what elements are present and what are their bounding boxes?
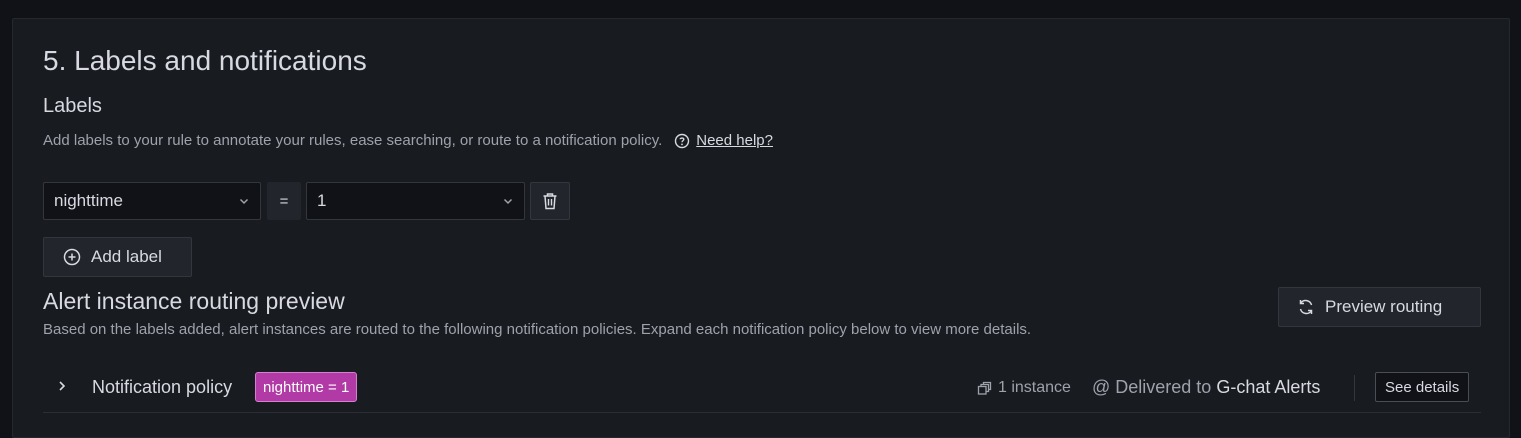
instance-count: 1 instance [977,379,1071,397]
matcher-badge: nighttime = 1 [255,372,358,402]
need-help-label: Need help? [696,132,773,149]
labels-heading: Labels [43,95,102,117]
label-key-select[interactable]: nighttime [43,182,261,220]
routing-preview-description: Based on the labels added, alert instanc… [43,321,1032,338]
delivered-prefix: @ Delivered to [1092,377,1212,397]
section-title: 5. Labels and notifications [43,45,367,76]
plus-circle-icon [63,248,81,266]
delivered-to: @ Delivered to G-chat Alerts [1092,377,1320,398]
labels-notifications-panel: 5. Labels and notifications Labels Add l… [12,18,1510,438]
instance-count-text: 1 instance [998,379,1071,396]
divider [1354,375,1355,401]
label-value-select[interactable]: 1 [306,182,525,220]
remove-label-button[interactable] [530,182,570,220]
sync-icon [1299,299,1313,315]
question-circle-icon [675,133,690,148]
label-key-value: nighttime [54,191,123,210]
need-help-link[interactable]: Need help? [674,132,773,149]
notification-policy-row: Notification policy nighttime = 1 1 inst… [43,365,1481,413]
instances-icon [977,381,992,395]
add-label-button[interactable]: Add label [43,237,192,277]
operator-equals: = [267,182,301,220]
chevron-down-icon [239,198,249,205]
preview-routing-text: Preview routing [1325,297,1443,316]
labels-description: Add labels to your rule to annotate your… [43,132,773,149]
routing-preview-title: Alert instance routing preview [43,288,345,314]
contact-point-name: G-chat Alerts [1216,377,1321,397]
notification-policy-label: Notification policy [92,377,233,397]
chevron-down-icon [503,198,513,205]
chevron-right-icon[interactable] [55,379,69,393]
see-details-button[interactable]: See details [1375,372,1470,402]
preview-routing-button[interactable]: Preview routing [1278,287,1481,327]
trash-icon [543,193,557,210]
label-value-value: 1 [317,191,327,210]
add-label-text: Add label [91,247,162,266]
labels-description-text: Add labels to your rule to annotate your… [43,132,663,149]
